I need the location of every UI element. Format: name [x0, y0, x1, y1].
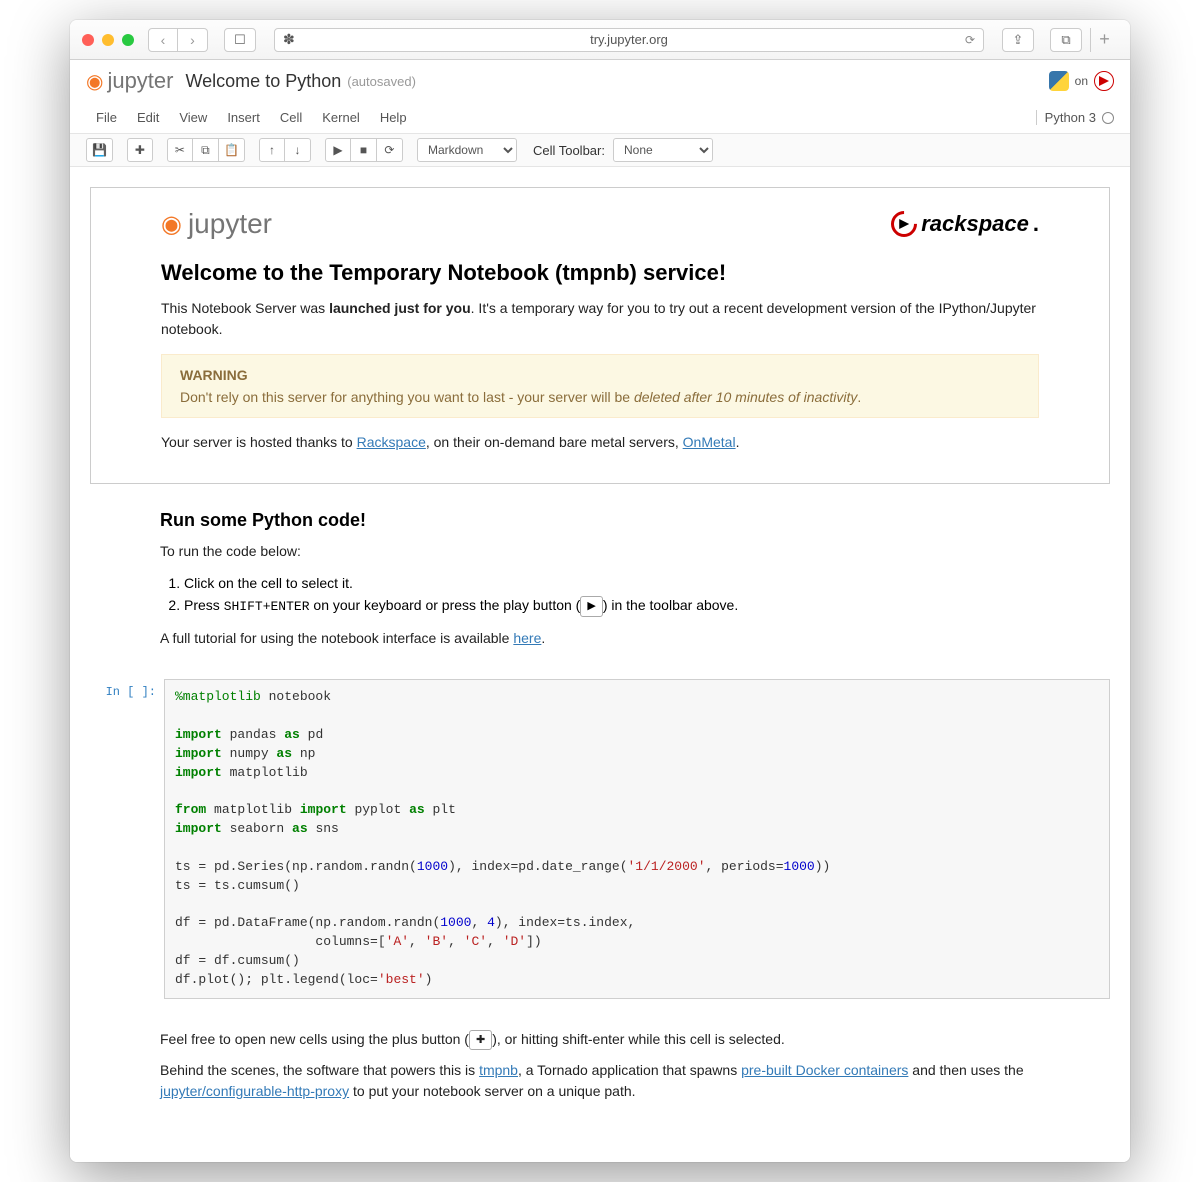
maximize-window-button[interactable] [122, 34, 134, 46]
cell-toolbar-label: Cell Toolbar: [533, 143, 605, 158]
toolbar: 💾 ✚ ✂ ⧉ 📋 ↑ ↓ ▶ ■ ⟳ Markdown [70, 134, 1130, 167]
markdown-cell-footer[interactable]: Feel free to open new cells using the pl… [70, 1009, 1130, 1123]
menu-edit[interactable]: Edit [127, 106, 169, 129]
rackspace-logo: rackspace. [891, 211, 1039, 237]
restart-button[interactable]: ⟳ [377, 138, 403, 162]
paste-button[interactable]: 📋 [219, 138, 245, 162]
stop-button[interactable]: ■ [351, 138, 377, 162]
rackspace-link[interactable]: Rackspace [357, 434, 426, 450]
menu-file[interactable]: File [86, 106, 127, 129]
docker-link[interactable]: pre-built Docker containers [741, 1062, 908, 1078]
move-up-button[interactable]: ↑ [259, 138, 285, 162]
onmetal-link[interactable]: OnMetal [683, 434, 736, 450]
markdown-cell-run[interactable]: Run some Python code! To run the code be… [70, 484, 1130, 669]
menu-cell[interactable]: Cell [270, 106, 312, 129]
move-down-button[interactable]: ↓ [285, 138, 311, 162]
tmpnb-link[interactable]: tmpnb [479, 1062, 518, 1078]
minimize-window-button[interactable] [102, 34, 114, 46]
kernel-name: Python 3 [1045, 110, 1096, 125]
back-button[interactable]: ‹ [148, 28, 178, 52]
notebook-body: ◉ jupyter rackspace. Welcome to the Temp… [70, 167, 1130, 1162]
cell-toolbar-select[interactable]: None [613, 138, 713, 162]
markdown-cell-welcome[interactable]: ◉ jupyter rackspace. Welcome to the Temp… [90, 187, 1110, 484]
autosave-status: (autosaved) [347, 74, 416, 89]
tabs-button[interactable]: ⧉ [1050, 28, 1082, 52]
share-button[interactable]: ⇪ [1002, 28, 1034, 52]
new-tab-button[interactable]: + [1090, 28, 1118, 52]
run-button[interactable]: ▶ [325, 138, 351, 162]
menu-kernel[interactable]: Kernel [312, 106, 370, 129]
sidebar-toggle-button[interactable]: ☐ [224, 28, 256, 52]
cut-button[interactable]: ✂ [167, 138, 193, 162]
notebook-title[interactable]: Welcome to Python [186, 71, 342, 92]
browser-titlebar: ‹ › ☐ ✽ try.jupyter.org ⟳ ⇪ ⧉ + [70, 20, 1130, 60]
step-2: Press SHIFT+ENTER on your keyboard or pr… [184, 594, 1060, 618]
python-icon [1049, 71, 1069, 91]
code-input[interactable]: %matplotlib notebook import pandas as pd… [164, 679, 1110, 999]
jupyter-logo-large: ◉ jupyter [161, 208, 272, 240]
welcome-heading: Welcome to the Temporary Notebook (tmpnb… [161, 260, 1039, 286]
proxy-link[interactable]: jupyter/configurable-http-proxy [160, 1083, 349, 1099]
plus-icon: ✚ [469, 1030, 492, 1051]
jupyter-logo[interactable]: ◉ jupyter [86, 68, 174, 94]
tutorial-link[interactable]: here [513, 630, 541, 646]
warning-box: WARNING Don't rely on this server for an… [161, 354, 1039, 418]
kernel-status-icon [1102, 112, 1114, 124]
menu-view[interactable]: View [169, 106, 217, 129]
forward-button[interactable]: › [178, 28, 208, 52]
cell-type-select[interactable]: Markdown [417, 138, 517, 162]
code-cell[interactable]: In [ ]: %matplotlib notebook import pand… [90, 679, 1110, 999]
add-cell-button[interactable]: ✚ [127, 138, 153, 162]
copy-button[interactable]: ⧉ [193, 138, 219, 162]
step-1: Click on the cell to select it. [184, 572, 1060, 594]
jupyter-swirl-icon: ◉ [161, 210, 182, 239]
notebook-header: ◉ jupyter Welcome to Python (autosaved) … [70, 60, 1130, 102]
save-button[interactable]: 💾 [86, 138, 113, 162]
jupyter-swirl-icon: ◉ [86, 69, 103, 94]
menu-help[interactable]: Help [370, 106, 417, 129]
window-controls [82, 34, 134, 46]
reload-icon[interactable]: ⟳ [965, 33, 975, 47]
close-window-button[interactable] [82, 34, 94, 46]
url-text: try.jupyter.org [590, 32, 668, 47]
rackspace-icon [891, 211, 917, 237]
play-icon: ▶ [580, 596, 602, 618]
run-heading: Run some Python code! [160, 510, 1060, 531]
menu-insert[interactable]: Insert [217, 106, 270, 129]
url-bar[interactable]: ✽ try.jupyter.org ⟳ [274, 28, 984, 52]
favicon-icon: ✽ [283, 31, 295, 48]
rackspace-icon [1094, 71, 1114, 91]
cell-prompt: In [ ]: [90, 679, 164, 999]
menubar: File Edit View Insert Cell Kernel Help P… [70, 102, 1130, 134]
